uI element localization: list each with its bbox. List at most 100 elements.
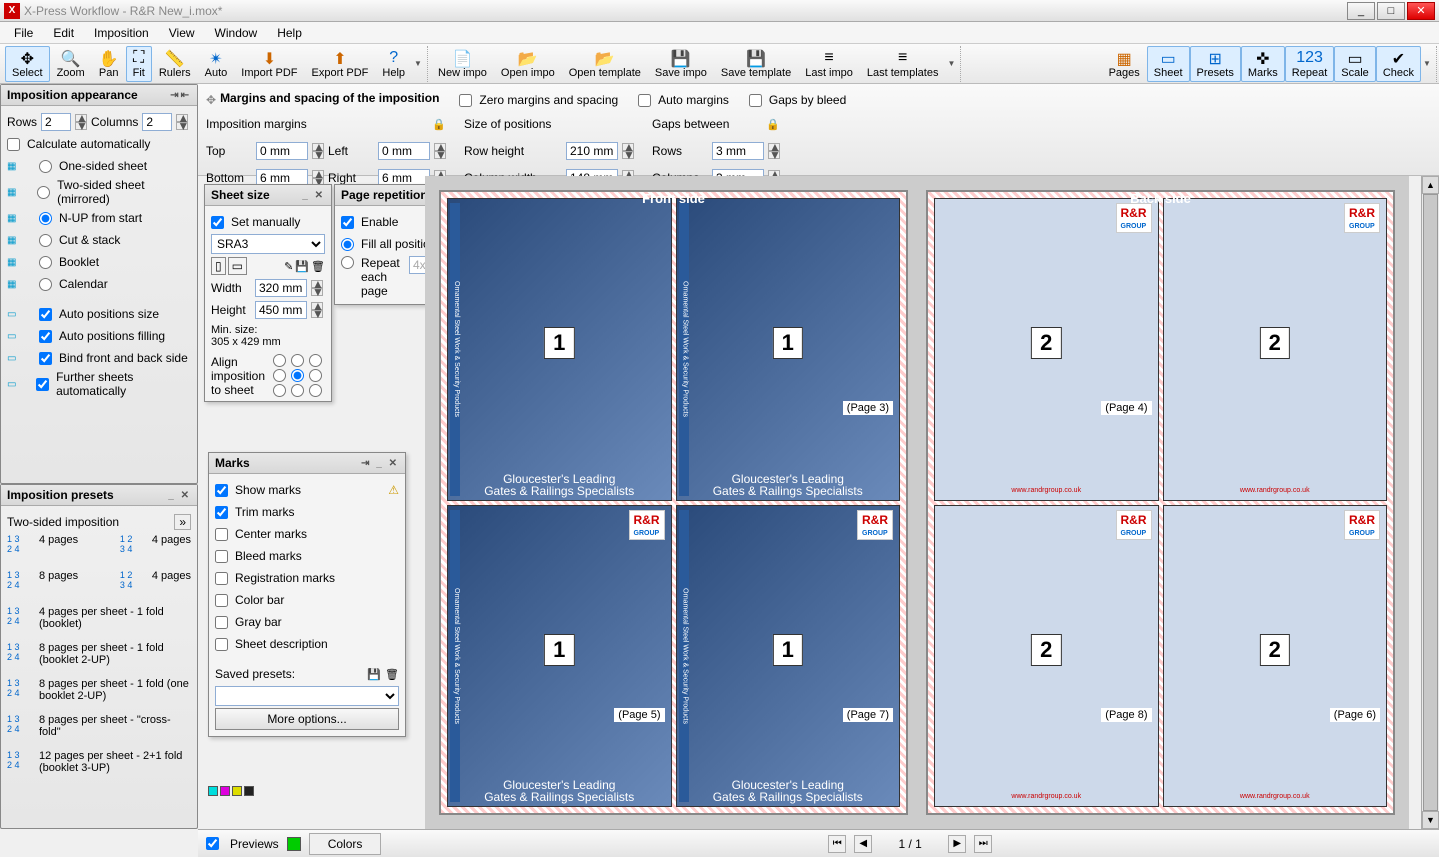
close-button[interactable]: ✕ bbox=[1407, 2, 1435, 20]
mark-check[interactable] bbox=[215, 484, 228, 497]
sheet-panel-btn[interactable]: ▭Sheet bbox=[1147, 46, 1190, 82]
opt-check[interactable] bbox=[39, 308, 52, 321]
select-tool[interactable]: ✥Select bbox=[5, 46, 50, 82]
align-tl[interactable] bbox=[273, 354, 286, 367]
zoom-tool[interactable]: 🔍Zoom bbox=[50, 46, 92, 82]
top-input[interactable] bbox=[256, 142, 308, 160]
align-mr[interactable] bbox=[309, 369, 322, 382]
portrait-icon[interactable]: ▯ bbox=[211, 257, 226, 275]
dropdown-arrow-icon[interactable]: ▼ bbox=[945, 59, 957, 68]
pan-tool[interactable]: ✋Pan bbox=[92, 46, 126, 82]
spin[interactable]: ▲▼ bbox=[312, 143, 324, 159]
fit-tool[interactable]: ⛶Fit bbox=[126, 46, 152, 82]
save-template[interactable]: 💾Save template bbox=[714, 46, 798, 82]
save-preset-icon[interactable]: 💾 bbox=[295, 260, 309, 273]
mark-check[interactable] bbox=[215, 594, 228, 607]
more-options-button[interactable]: More options... bbox=[215, 708, 399, 730]
mode-radio[interactable] bbox=[39, 160, 52, 173]
mark-check[interactable] bbox=[215, 550, 228, 563]
spin[interactable]: ▲▼ bbox=[434, 143, 446, 159]
menu-help[interactable]: Help bbox=[267, 23, 312, 43]
repeat-panel-btn[interactable]: 123Repeat bbox=[1285, 46, 1334, 82]
lock-icon[interactable]: 🔒 bbox=[432, 118, 446, 131]
align-br[interactable] bbox=[309, 384, 322, 397]
enable-check[interactable] bbox=[341, 216, 354, 229]
maximize-button[interactable]: □ bbox=[1377, 2, 1405, 20]
menu-imposition[interactable]: Imposition bbox=[84, 23, 159, 43]
open-template[interactable]: 📂Open template bbox=[562, 46, 648, 82]
vertical-scrollbar[interactable]: ▲ ▼ bbox=[1421, 176, 1439, 829]
sheet-preset-select[interactable]: SRA3 bbox=[211, 234, 325, 254]
mode-radio[interactable] bbox=[39, 256, 52, 269]
cols-spinner[interactable]: ▲▼ bbox=[176, 114, 188, 130]
mode-radio[interactable] bbox=[39, 212, 52, 225]
align-mc[interactable] bbox=[291, 369, 304, 382]
front-sheet[interactable]: Front side Ornamental Steel Work & Secur… bbox=[439, 190, 908, 815]
mode-radio[interactable] bbox=[39, 278, 52, 291]
preset-item[interactable]: 4 pages bbox=[39, 534, 116, 546]
zero-margins-check[interactable] bbox=[459, 94, 472, 107]
panel-controls[interactable]: ⇥ _ ✕ bbox=[361, 458, 399, 469]
open-impo[interactable]: 📂Open impo bbox=[494, 46, 562, 82]
save-preset-icon[interactable]: 💾 bbox=[367, 668, 381, 681]
scroll-down-icon[interactable]: ▼ bbox=[1422, 811, 1439, 829]
last-templates[interactable]: ≡Last templates bbox=[860, 46, 946, 82]
landscape-icon[interactable]: ▭ bbox=[228, 257, 247, 275]
mode-radio[interactable] bbox=[39, 234, 52, 247]
expand-icon[interactable]: » bbox=[174, 514, 191, 530]
back-sheet[interactable]: Back side R&RGROUP2(Page 4)www.randrgrou… bbox=[926, 190, 1395, 815]
scroll-thumb[interactable] bbox=[1423, 194, 1438, 811]
width-input[interactable] bbox=[255, 279, 307, 297]
row-h-input[interactable] bbox=[566, 142, 618, 160]
rows-input[interactable] bbox=[41, 113, 71, 131]
opt-check[interactable] bbox=[39, 352, 52, 365]
rows-spinner[interactable]: ▲▼ bbox=[75, 114, 87, 130]
align-bl[interactable] bbox=[273, 384, 286, 397]
yellow-swatch[interactable] bbox=[232, 786, 242, 796]
pages-panel-btn[interactable]: ▦Pages bbox=[1102, 46, 1147, 82]
help-tool[interactable]: ?Help bbox=[375, 46, 412, 82]
dropdown-arrow-icon[interactable]: ▼ bbox=[1421, 59, 1433, 68]
mark-check[interactable] bbox=[215, 638, 228, 651]
menu-window[interactable]: Window bbox=[205, 23, 268, 43]
cols-input[interactable] bbox=[142, 113, 172, 131]
cyan-swatch[interactable] bbox=[208, 786, 218, 796]
export-pdf[interactable]: ⬆Export PDF bbox=[305, 46, 376, 82]
mode-radio[interactable] bbox=[37, 186, 50, 199]
spin[interactable]: ▲▼ bbox=[768, 143, 780, 159]
calc-auto-check[interactable] bbox=[7, 138, 20, 151]
delete-icon[interactable]: 🗑 bbox=[311, 260, 325, 273]
move-handle-icon[interactable]: ✥ bbox=[206, 93, 216, 107]
black-swatch[interactable] bbox=[244, 786, 254, 796]
first-page-button[interactable]: ⏮ bbox=[828, 835, 846, 853]
check-panel-btn[interactable]: ✔Check bbox=[1376, 46, 1421, 82]
panel-controls[interactable]: _ ✕ bbox=[168, 490, 191, 501]
previews-check[interactable] bbox=[206, 837, 219, 850]
preset-item[interactable]: 4 pages bbox=[152, 534, 191, 546]
preset-item[interactable]: 8 pages per sheet - 1 fold (booklet 2-UP… bbox=[39, 642, 191, 666]
new-impo[interactable]: 📄New impo bbox=[431, 46, 494, 82]
spin[interactable]: ▲▼ bbox=[622, 143, 634, 159]
import-pdf[interactable]: ⬇Import PDF bbox=[234, 46, 304, 82]
mark-check[interactable] bbox=[215, 506, 228, 519]
preset-item[interactable]: 4 pages bbox=[152, 570, 191, 582]
left-input[interactable] bbox=[378, 142, 430, 160]
minimize-button[interactable]: _ bbox=[1347, 2, 1375, 20]
presets-panel-btn[interactable]: ⊞Presets bbox=[1190, 46, 1241, 82]
preset-select[interactable] bbox=[215, 686, 399, 706]
align-bc[interactable] bbox=[291, 384, 304, 397]
last-page-button[interactable]: ⏭ bbox=[974, 835, 992, 853]
rulers-tool[interactable]: 📏Rulers bbox=[152, 46, 198, 82]
spin[interactable]: ▲▼ bbox=[311, 302, 323, 318]
height-input[interactable] bbox=[255, 301, 307, 319]
dropdown-arrow-icon[interactable]: ▼ bbox=[412, 59, 424, 68]
align-ml[interactable] bbox=[273, 369, 286, 382]
menu-file[interactable]: File bbox=[4, 23, 43, 43]
prev-page-button[interactable]: ◀ bbox=[854, 835, 872, 853]
color-swatch[interactable] bbox=[287, 837, 301, 851]
menu-view[interactable]: View bbox=[159, 23, 205, 43]
delete-preset-icon[interactable]: 🗑 bbox=[385, 668, 399, 681]
repeat-each-radio[interactable] bbox=[341, 256, 354, 269]
scroll-up-icon[interactable]: ▲ bbox=[1422, 176, 1439, 194]
auto-margins-check[interactable] bbox=[638, 94, 651, 107]
